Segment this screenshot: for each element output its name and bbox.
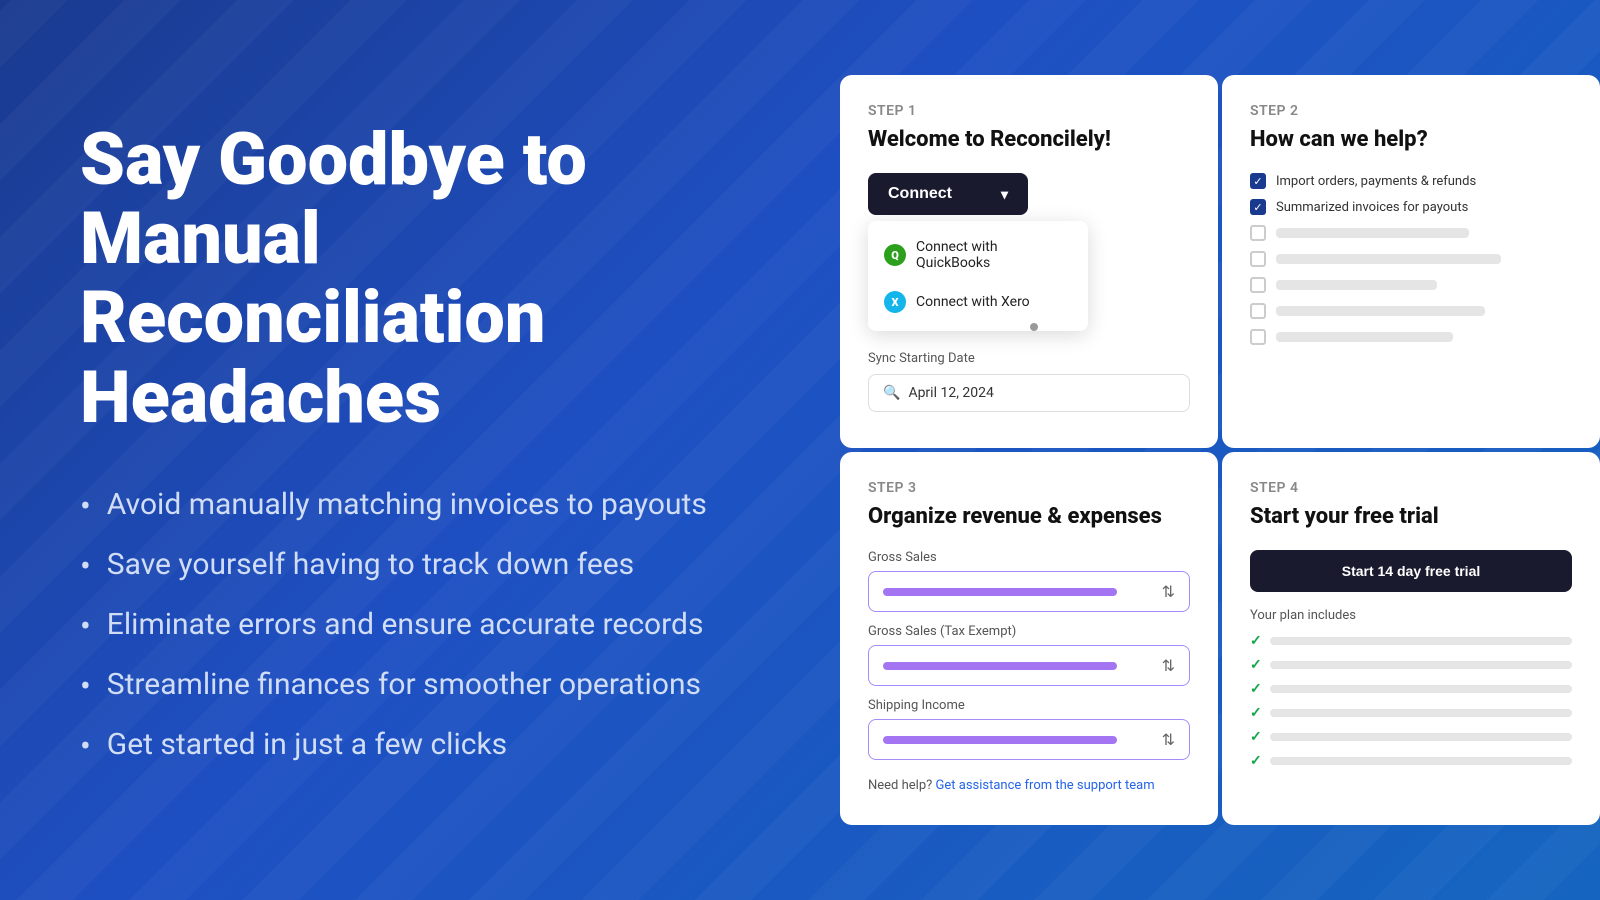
select-bar-1 bbox=[883, 588, 1117, 596]
step2-title: How can we help? bbox=[1250, 127, 1572, 153]
checkbox-unchecked-5[interactable] bbox=[1250, 329, 1266, 345]
sync-date-input[interactable]: 🔍 April 12, 2024 bbox=[868, 374, 1190, 412]
plan-line-6 bbox=[1270, 757, 1572, 765]
plan-line-3 bbox=[1270, 685, 1572, 693]
checkbox-row-5[interactable] bbox=[1250, 277, 1572, 293]
headline: Say Goodbye to Manual Reconciliation Hea… bbox=[80, 120, 840, 437]
checkbox-row-4[interactable] bbox=[1250, 251, 1572, 267]
shipping-income-label: Shipping Income bbox=[868, 698, 1190, 713]
check-icon-1: ✓ bbox=[1250, 633, 1262, 649]
plan-item-4: ✓ bbox=[1250, 705, 1572, 721]
check-icon-5: ✓ bbox=[1250, 729, 1262, 745]
start-trial-button[interactable]: Start 14 day free trial bbox=[1250, 550, 1572, 592]
step2-label: STEP 2 bbox=[1250, 103, 1572, 119]
gray-line-4 bbox=[1276, 306, 1485, 316]
plan-item-1: ✓ bbox=[1250, 633, 1572, 649]
card-step2: STEP 2 How can we help? ✓ Import orders,… bbox=[1222, 75, 1600, 448]
select-chevron-1: ⇅ bbox=[1162, 582, 1175, 601]
steps-grid: STEP 1 Welcome to Reconcilely! Connect ▾… bbox=[840, 75, 1600, 825]
check-icon-6: ✓ bbox=[1250, 753, 1262, 769]
gross-sales-select[interactable]: ⇅ bbox=[868, 571, 1190, 612]
select-chevron-2: ⇅ bbox=[1162, 656, 1175, 675]
left-section: Say Goodbye to Manual Reconciliation Hea… bbox=[80, 120, 840, 787]
checkbox-label-2: Summarized invoices for payouts bbox=[1276, 200, 1468, 215]
gross-sales-tax-select[interactable]: ⇅ bbox=[868, 645, 1190, 686]
bullet-item-3: Eliminate errors and ensure accurate rec… bbox=[80, 607, 840, 645]
gross-sales-label: Gross Sales bbox=[868, 550, 1190, 565]
plan-item-5: ✓ bbox=[1250, 729, 1572, 745]
gross-sales-tax-label: Gross Sales (Tax Exempt) bbox=[868, 624, 1190, 639]
checkbox-label-1: Import orders, payments & refunds bbox=[1276, 174, 1476, 189]
quickbooks-icon: Q bbox=[884, 244, 906, 266]
chevron-down-icon: ▾ bbox=[1001, 186, 1008, 203]
checkbox-unchecked-1[interactable] bbox=[1250, 225, 1266, 241]
connect-button[interactable]: Connect ▾ bbox=[868, 173, 1028, 215]
plan-item-6: ✓ bbox=[1250, 753, 1572, 769]
connect-xero-item[interactable]: X Connect with Xero bbox=[868, 281, 1088, 323]
plan-line-1 bbox=[1270, 637, 1572, 645]
plan-line-5 bbox=[1270, 733, 1572, 741]
check-icon-3: ✓ bbox=[1250, 681, 1262, 697]
step4-label: STEP 4 bbox=[1250, 480, 1572, 496]
checkbox-row-1[interactable]: ✓ Import orders, payments & refunds bbox=[1250, 173, 1572, 189]
select-chevron-3: ⇅ bbox=[1162, 730, 1175, 749]
step1-title: Welcome to Reconcilely! bbox=[868, 127, 1190, 153]
bullet-item-5: Get started in just a few clicks bbox=[80, 727, 840, 765]
step1-label: STEP 1 bbox=[868, 103, 1190, 119]
bullet-item-1: Avoid manually matching invoices to payo… bbox=[80, 487, 840, 525]
gray-line-2 bbox=[1276, 254, 1501, 264]
gray-line-5 bbox=[1276, 332, 1453, 342]
sync-date-label: Sync Starting Date bbox=[868, 351, 1190, 366]
support-link[interactable]: Get assistance from the support team bbox=[936, 778, 1155, 793]
headline-line2: Reconciliation Headaches bbox=[80, 275, 545, 439]
step3-label: STEP 3 bbox=[868, 480, 1190, 496]
step4-title: Start your free trial bbox=[1250, 504, 1572, 530]
card-step3: STEP 3 Organize revenue & expenses Gross… bbox=[840, 452, 1218, 825]
bullet-item-2: Save yourself having to track down fees bbox=[80, 547, 840, 585]
shipping-income-select[interactable]: ⇅ bbox=[868, 719, 1190, 760]
checkbox-row-2[interactable]: ✓ Summarized invoices for payouts bbox=[1250, 199, 1572, 215]
headline-line1: Say Goodbye to Manual bbox=[80, 117, 587, 281]
checkbox-unchecked-3[interactable] bbox=[1250, 277, 1266, 293]
help-link-section: Need help? Get assistance from the suppo… bbox=[868, 778, 1190, 793]
bullet-list: Avoid manually matching invoices to payo… bbox=[80, 487, 840, 765]
checkbox-row-3[interactable] bbox=[1250, 225, 1572, 241]
select-bar-3 bbox=[883, 736, 1117, 744]
step3-title: Organize revenue & expenses bbox=[868, 504, 1190, 530]
calendar-icon: 🔍 bbox=[883, 385, 900, 401]
plan-line-2 bbox=[1270, 661, 1572, 669]
gray-line-3 bbox=[1276, 280, 1437, 290]
plan-includes-label: Your plan includes bbox=[1250, 608, 1572, 623]
plan-line-4 bbox=[1270, 709, 1572, 717]
connect-dropdown: Q Connect with QuickBooks X Connect with… bbox=[868, 221, 1088, 331]
checkbox-unchecked-4[interactable] bbox=[1250, 303, 1266, 319]
bullet-item-4: Streamline finances for smoother operati… bbox=[80, 667, 840, 705]
plan-item-3: ✓ bbox=[1250, 681, 1572, 697]
checkbox-unchecked-2[interactable] bbox=[1250, 251, 1266, 267]
select-bar-2 bbox=[883, 662, 1117, 670]
sync-date-section: Sync Starting Date 🔍 April 12, 2024 bbox=[868, 351, 1190, 412]
connect-quickbooks-item[interactable]: Q Connect with QuickBooks bbox=[868, 229, 1088, 281]
checkbox-row-6[interactable] bbox=[1250, 303, 1572, 319]
card-step4: STEP 4 Start your free trial Start 14 da… bbox=[1222, 452, 1600, 825]
checkbox-row-7[interactable] bbox=[1250, 329, 1572, 345]
xero-icon: X bbox=[884, 291, 906, 313]
card-step1: STEP 1 Welcome to Reconcilely! Connect ▾… bbox=[840, 75, 1218, 448]
checkbox-checked-2[interactable]: ✓ bbox=[1250, 199, 1266, 215]
check-icon-2: ✓ bbox=[1250, 657, 1262, 673]
checkbox-checked-1[interactable]: ✓ bbox=[1250, 173, 1266, 189]
check-icon-4: ✓ bbox=[1250, 705, 1262, 721]
gray-line-1 bbox=[1276, 228, 1469, 238]
plan-item-2: ✓ bbox=[1250, 657, 1572, 673]
